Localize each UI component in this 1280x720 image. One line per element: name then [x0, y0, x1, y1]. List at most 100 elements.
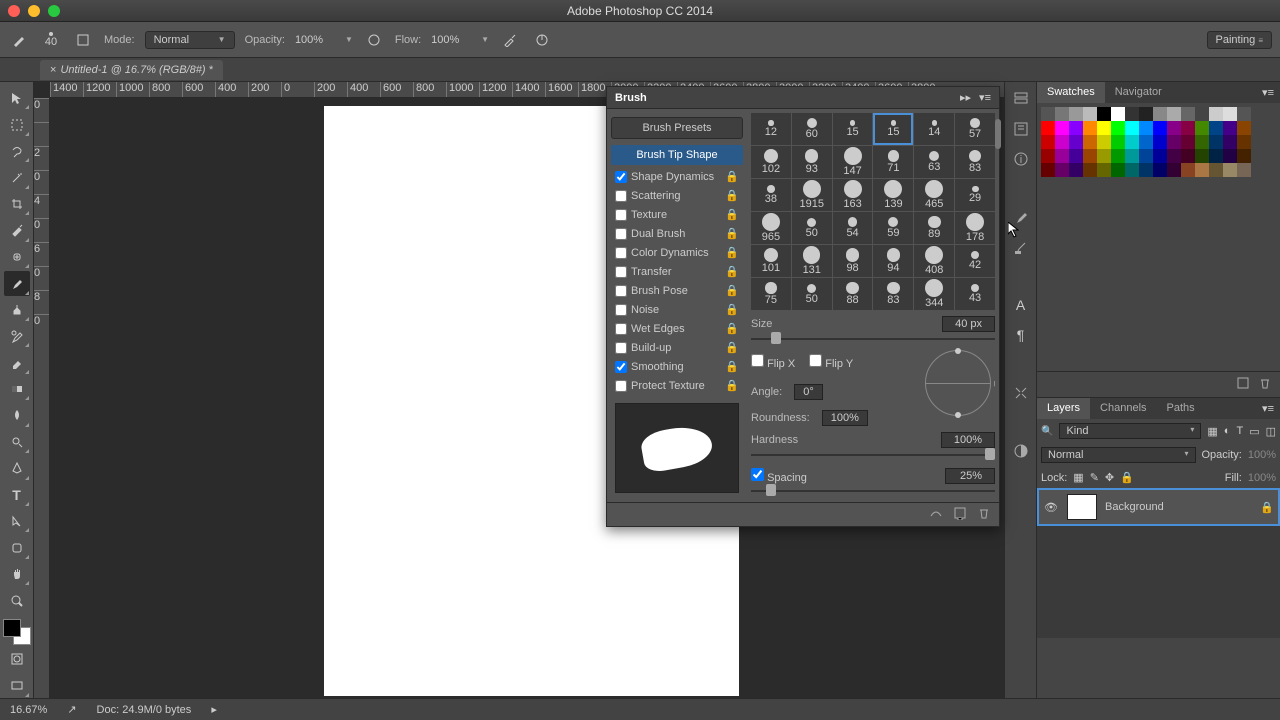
swatch[interactable] — [1153, 149, 1167, 163]
swatch[interactable] — [1223, 121, 1237, 135]
layer-opacity-value[interactable]: 100% — [1248, 449, 1276, 461]
swatch[interactable] — [1209, 135, 1223, 149]
expose-icon[interactable]: ↗ — [67, 703, 76, 716]
brush-tip-344[interactable]: 344 — [914, 278, 954, 310]
swatch[interactable] — [1055, 135, 1069, 149]
brush-tip-50[interactable]: 50 — [792, 212, 832, 244]
swatch[interactable] — [1167, 121, 1181, 135]
brushes-panel-icon[interactable] — [1010, 206, 1032, 228]
swatch[interactable] — [1125, 121, 1139, 135]
swatch[interactable] — [1209, 107, 1223, 121]
quick-mask-toggle[interactable] — [4, 647, 30, 671]
clone-stamp-tool[interactable] — [4, 298, 30, 322]
swatch[interactable] — [1167, 135, 1181, 149]
swatch[interactable] — [1097, 163, 1111, 177]
swatch[interactable] — [1237, 107, 1251, 121]
tab-paths[interactable]: Paths — [1157, 398, 1205, 419]
filter-smart-icon[interactable]: ◫ — [1266, 425, 1276, 438]
swatch[interactable] — [1055, 149, 1069, 163]
zoom-tool[interactable] — [4, 588, 30, 612]
path-selection-tool[interactable] — [4, 509, 30, 533]
dodge-tool[interactable] — [4, 430, 30, 454]
brush-tip-102[interactable]: 102 — [751, 146, 791, 178]
filter-type-icon[interactable]: T — [1236, 425, 1243, 437]
tab-swatches[interactable]: Swatches — [1037, 82, 1105, 103]
swatch[interactable] — [1167, 107, 1181, 121]
fill-value[interactable]: 100% — [1248, 472, 1276, 484]
swatch[interactable] — [1195, 163, 1209, 177]
swatch[interactable] — [1139, 149, 1153, 163]
brush-tip-71[interactable]: 71 — [873, 146, 913, 178]
layer-item-background[interactable]: 👁 Background 🔒 — [1037, 488, 1280, 526]
swatch[interactable] — [1237, 135, 1251, 149]
lock-icon[interactable]: 🔒 — [725, 322, 739, 335]
brush-option-build-up[interactable]: Build-up🔒 — [611, 338, 743, 357]
spacing-checkbox[interactable]: Spacing — [751, 468, 807, 484]
lock-icon[interactable]: 🔒 — [725, 189, 739, 202]
brush-tip-12[interactable]: 12 — [751, 113, 791, 145]
screen-mode-toggle[interactable] — [4, 674, 30, 698]
blend-mode-dropdown[interactable]: Normal ▼ — [145, 31, 235, 49]
flip-y-checkbox[interactable]: Flip Y — [809, 354, 853, 370]
swatch[interactable] — [1223, 107, 1237, 121]
flow-value[interactable]: 100% — [431, 34, 471, 46]
brush-option-brush-pose[interactable]: Brush Pose🔒 — [611, 281, 743, 300]
lock-position-icon[interactable]: ✥ — [1105, 471, 1114, 484]
swatch[interactable] — [1125, 107, 1139, 121]
lock-icon[interactable]: 🔒 — [725, 227, 739, 240]
lasso-tool[interactable] — [4, 139, 30, 163]
history-panel-icon[interactable] — [1010, 88, 1032, 110]
opacity-value[interactable]: 100% — [295, 34, 335, 46]
brush-option-shape-dynamics[interactable]: Shape Dynamics🔒 — [611, 167, 743, 186]
swatch[interactable] — [1181, 121, 1195, 135]
swatch[interactable] — [1237, 163, 1251, 177]
swatch[interactable] — [1069, 135, 1083, 149]
swatch[interactable] — [1195, 149, 1209, 163]
swatch[interactable] — [1125, 163, 1139, 177]
marquee-tool[interactable] — [4, 112, 30, 136]
swatch[interactable] — [1167, 163, 1181, 177]
brush-tip-88[interactable]: 88 — [833, 278, 873, 310]
angle-value[interactable]: 0° — [794, 384, 823, 400]
brush-tip-163[interactable]: 163 — [833, 179, 873, 211]
layer-name[interactable]: Background — [1105, 501, 1164, 513]
swatch[interactable] — [1181, 135, 1195, 149]
blur-tool[interactable] — [4, 403, 30, 427]
brush-option-texture[interactable]: Texture🔒 — [611, 205, 743, 224]
swatch[interactable] — [1041, 121, 1055, 135]
swatch[interactable] — [1083, 107, 1097, 121]
panel-menu-icon[interactable]: ▾≡ — [1256, 82, 1280, 103]
swatch[interactable] — [1111, 163, 1125, 177]
swatch[interactable] — [1097, 107, 1111, 121]
swatch[interactable] — [1041, 149, 1055, 163]
brush-presets-button[interactable]: Brush Presets — [611, 117, 743, 139]
brush-tip-965[interactable]: 965 — [751, 212, 791, 244]
swatch[interactable] — [1097, 149, 1111, 163]
info-panel-icon[interactable]: i — [1010, 148, 1032, 170]
swatch[interactable] — [1209, 163, 1223, 177]
swatch[interactable] — [1069, 121, 1083, 135]
brush-tip-83[interactable]: 83 — [873, 278, 913, 310]
eraser-tool[interactable] — [4, 350, 30, 374]
spacing-slider[interactable] — [751, 484, 995, 498]
pressure-size-icon[interactable] — [531, 29, 553, 51]
brush-tip-131[interactable]: 131 — [792, 245, 832, 277]
move-tool[interactable] — [4, 86, 30, 110]
brush-tip-94[interactable]: 94 — [873, 245, 913, 277]
panel-menu-icon[interactable]: ▾≡ — [979, 91, 991, 104]
brush-option-smoothing[interactable]: Smoothing🔒 — [611, 357, 743, 376]
lock-icon[interactable]: 🔒 — [725, 170, 739, 183]
swatch[interactable] — [1153, 121, 1167, 135]
brush-tip-43[interactable]: 43 — [955, 278, 995, 310]
swatch[interactable] — [1223, 149, 1237, 163]
layer-thumbnail[interactable] — [1067, 494, 1097, 520]
brush-option-color-dynamics[interactable]: Color Dynamics🔒 — [611, 243, 743, 262]
eyedropper-tool[interactable] — [4, 218, 30, 242]
lock-transparency-icon[interactable]: ▦ — [1073, 471, 1083, 484]
brush-tip-15[interactable]: 15 — [833, 113, 873, 145]
swatch[interactable] — [1083, 163, 1097, 177]
healing-brush-tool[interactable] — [4, 245, 30, 269]
flip-x-checkbox[interactable]: Flip X — [751, 354, 795, 370]
airbrush-icon[interactable] — [499, 29, 521, 51]
adjustments-panel-icon[interactable] — [1010, 440, 1032, 462]
